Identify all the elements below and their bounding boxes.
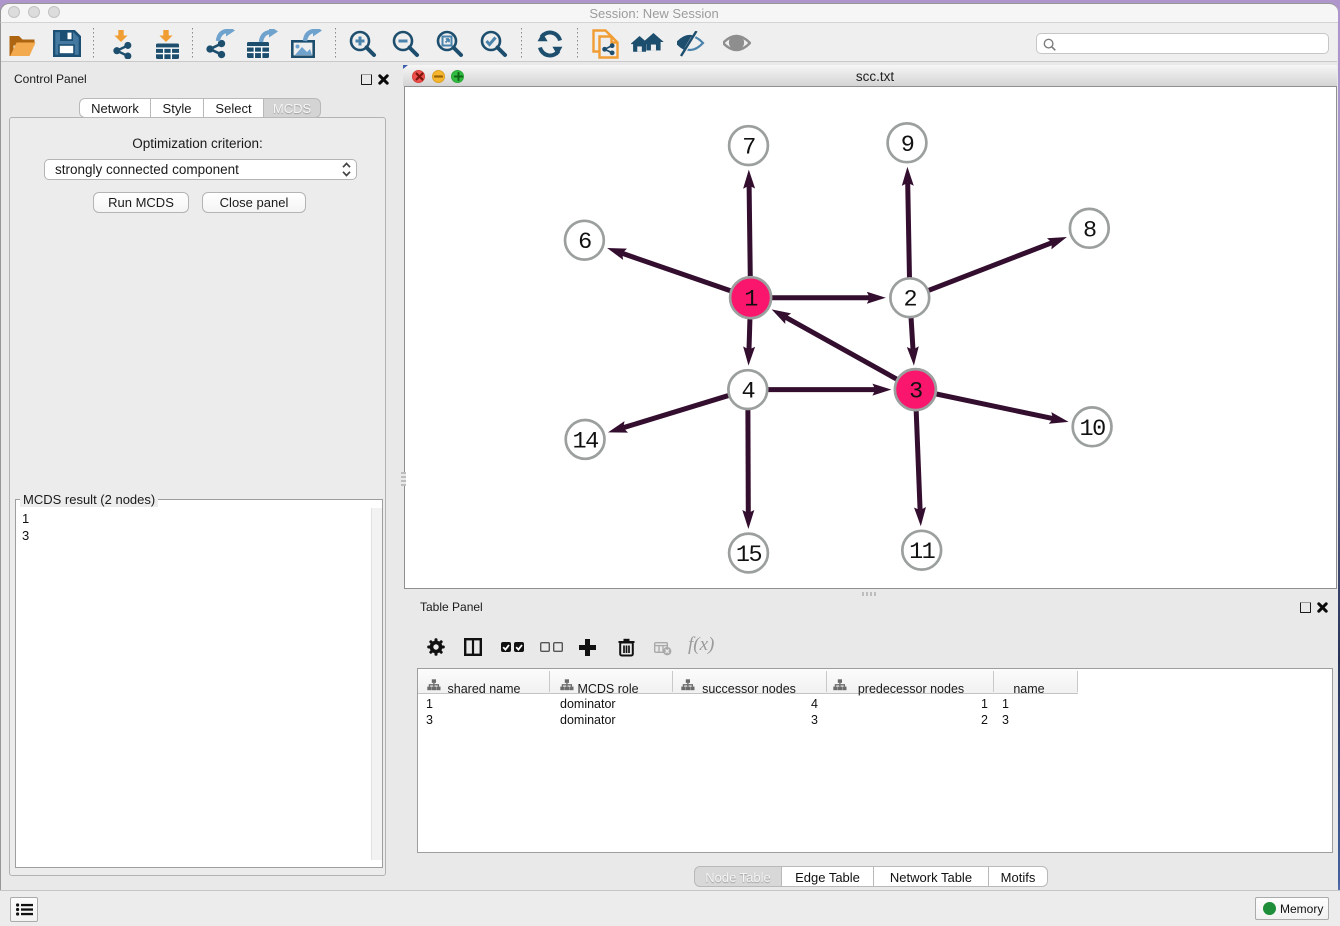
svg-text:8: 8 — [1083, 217, 1096, 244]
svg-text:3: 3 — [909, 379, 922, 406]
svg-text:15: 15 — [736, 542, 762, 569]
svg-text:7: 7 — [742, 135, 755, 162]
svg-text:4: 4 — [741, 379, 754, 406]
svg-text:10: 10 — [1079, 416, 1105, 443]
svg-text:6: 6 — [578, 229, 591, 256]
svg-text:14: 14 — [572, 428, 598, 455]
svg-text:11: 11 — [909, 539, 935, 566]
svg-text:1: 1 — [744, 287, 757, 314]
svg-text:9: 9 — [901, 132, 914, 159]
svg-text:2: 2 — [903, 287, 916, 314]
